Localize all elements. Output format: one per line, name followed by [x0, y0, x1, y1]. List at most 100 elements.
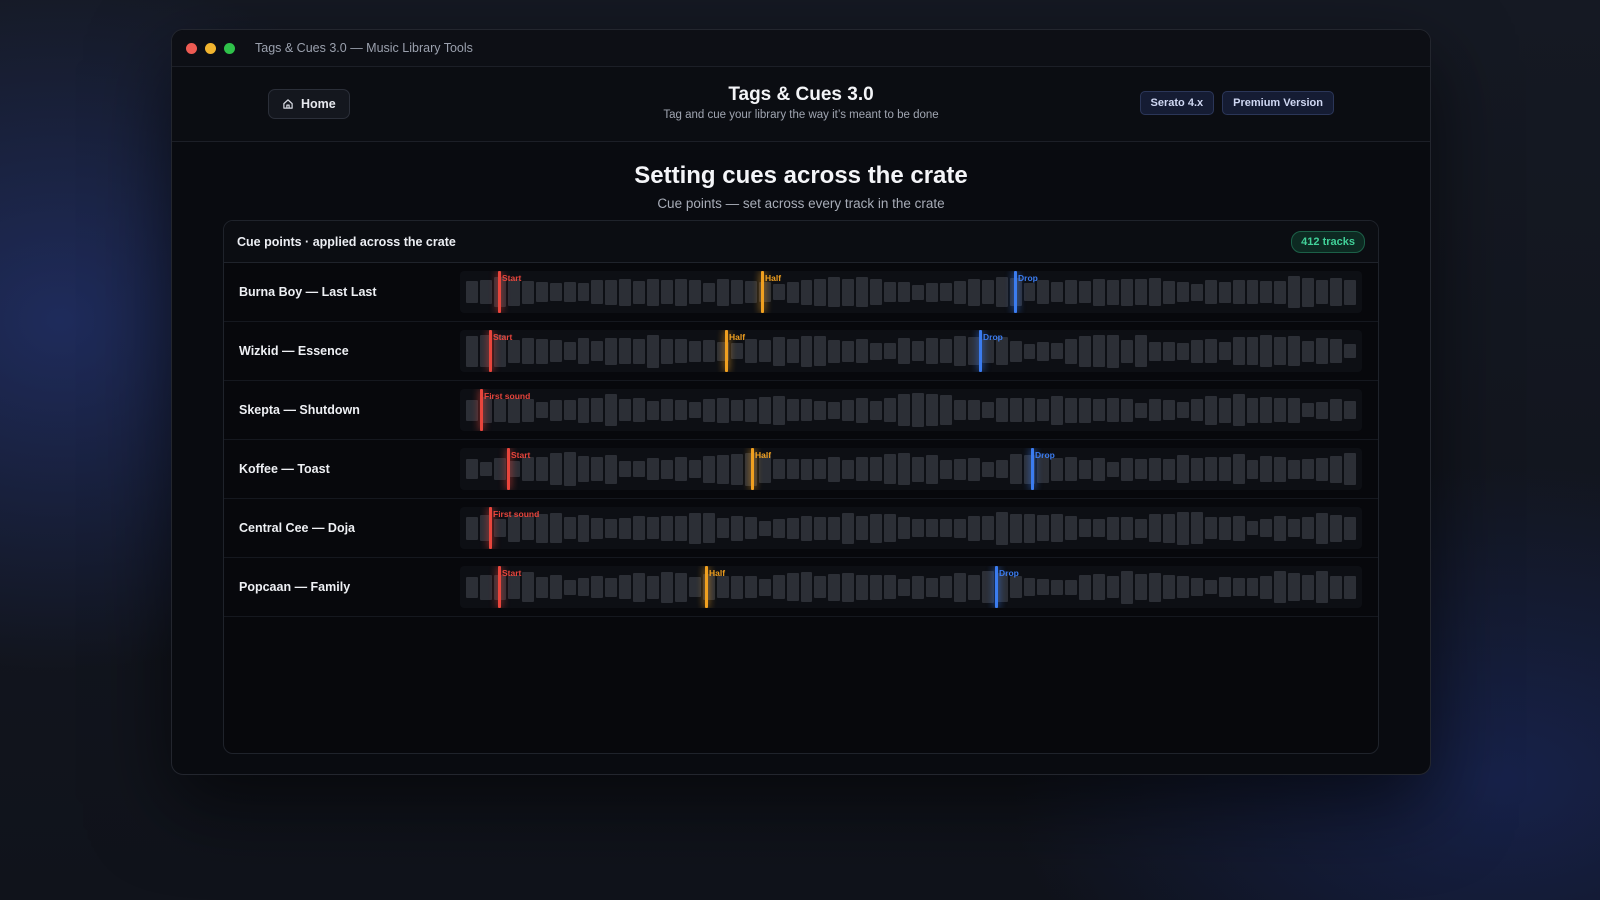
- waveform-bar: [577, 283, 590, 301]
- waveform-bar: [661, 571, 674, 603]
- waveform-bar: [1093, 519, 1106, 537]
- waveform-bar: [884, 514, 897, 542]
- waveform-bar: [1023, 513, 1036, 543]
- waveform-bar: [1107, 279, 1120, 305]
- waveform-bar: [912, 575, 924, 599]
- waveform-bar: [786, 281, 799, 303]
- track-row[interactable]: Koffee — Toast Start Half Drop: [224, 440, 1378, 499]
- cue-marker-drop[interactable]: [995, 566, 998, 608]
- waveform-bar: [842, 340, 855, 362]
- waveform-bar: [1176, 282, 1189, 302]
- waveform-bar: [1093, 457, 1106, 481]
- panel-header: Cue points · applied across the crate 41…: [224, 221, 1378, 263]
- cue-label: Start: [502, 273, 522, 283]
- waveform-bar: [619, 338, 632, 364]
- waveform-bar: [1274, 515, 1287, 541]
- waveform-bar: [1204, 517, 1217, 539]
- waveform-bar: [647, 458, 660, 480]
- waveform-bar: [1274, 280, 1287, 304]
- waveform-bar: [772, 459, 785, 479]
- waveform-bars: [466, 271, 1356, 313]
- waveform-bar: [1246, 280, 1259, 304]
- cue-marker-drop[interactable]: [1031, 448, 1034, 490]
- cue-marker-start[interactable]: [498, 271, 501, 313]
- waveform-bar: [521, 516, 534, 540]
- waveform-bar: [981, 280, 994, 304]
- waveform-bar: [1232, 578, 1245, 596]
- waveform[interactable]: Start Half Drop: [460, 330, 1362, 372]
- waveform-bar: [535, 457, 548, 481]
- cue-marker-half[interactable]: [725, 330, 728, 372]
- waveform-bar: [953, 280, 966, 304]
- cue-marker-start[interactable]: [498, 566, 501, 608]
- waveform-bar: [967, 515, 980, 541]
- waveform-bar: [884, 575, 897, 599]
- cue-marker-start[interactable]: [507, 448, 510, 490]
- waveform-bar: [1009, 398, 1022, 422]
- minimize-window-button[interactable]: [205, 42, 216, 54]
- waveform-bar: [800, 335, 813, 367]
- waveform-bar: [605, 454, 618, 484]
- waveform-bar: [591, 341, 604, 361]
- cue-marker-drop[interactable]: [1014, 271, 1017, 313]
- waveform-bar: [1107, 398, 1120, 422]
- waveform[interactable]: Start Half Drop: [460, 448, 1362, 490]
- waveform-bar: [702, 455, 715, 483]
- waveform-bar: [1316, 280, 1329, 304]
- cue-marker-start[interactable]: [489, 507, 492, 549]
- track-row[interactable]: Wizkid — Essence Start Half Drop: [224, 322, 1378, 381]
- maximize-window-button[interactable]: [224, 42, 235, 54]
- waveform-bars: [466, 448, 1356, 490]
- waveform-bar: [591, 280, 604, 304]
- waveform-bar: [716, 576, 729, 598]
- waveform-bar: [1037, 280, 1050, 304]
- waveform-bar: [814, 278, 827, 306]
- waveform-bar: [1051, 343, 1064, 359]
- waveform-bar: [675, 515, 687, 541]
- waveform-bar: [675, 572, 687, 602]
- waveform-bar: [800, 572, 813, 602]
- waveform-bar: [661, 280, 674, 304]
- waveform-bar: [549, 453, 562, 485]
- waveform-bar: [995, 511, 1008, 545]
- close-window-button[interactable]: [186, 42, 197, 54]
- waveform-bar: [730, 515, 743, 541]
- waveform-bar: [1162, 513, 1175, 543]
- track-row[interactable]: Popcaan — Family Start Half Drop: [224, 558, 1378, 617]
- waveform-bar: [633, 398, 646, 422]
- waveform-bar: [828, 339, 841, 363]
- waveform-bar: [828, 401, 841, 419]
- cue-marker-start[interactable]: [480, 389, 483, 431]
- waveform[interactable]: First sound: [460, 389, 1362, 431]
- waveform-bars: [466, 566, 1356, 608]
- waveform-bar: [1218, 457, 1231, 481]
- waveform-bar: [633, 572, 646, 602]
- waveform-bar: [1148, 457, 1161, 481]
- waveform-bar: [898, 394, 910, 426]
- track-row[interactable]: Central Cee — Doja First sound: [224, 499, 1378, 558]
- track-row[interactable]: Burna Boy — Last Last Start Half Drop: [224, 263, 1378, 322]
- waveform-bar: [1065, 397, 1078, 423]
- waveform-bar: [1162, 341, 1175, 361]
- waveform-bar: [758, 396, 771, 424]
- serato-version-badge[interactable]: Serato 4.x: [1139, 91, 1215, 115]
- waveform-bar: [1176, 576, 1189, 598]
- waveform[interactable]: Start Half Drop: [460, 271, 1362, 313]
- section-title: Setting cues across the crate: [634, 162, 968, 189]
- waveform[interactable]: Start Half Drop: [460, 566, 1362, 608]
- waveform-bar: [786, 459, 799, 479]
- premium-version-badge[interactable]: Premium Version: [1222, 91, 1334, 115]
- waveform-bar: [758, 520, 771, 536]
- waveform-bar: [870, 279, 883, 305]
- waveform-bar: [1316, 512, 1329, 544]
- waveform-bar: [633, 280, 646, 304]
- waveform-bar: [535, 576, 548, 598]
- cue-marker-half[interactable]: [751, 448, 754, 490]
- cue-marker-half[interactable]: [705, 566, 708, 608]
- track-row[interactable]: Skepta — Shutdown First sound: [224, 381, 1378, 440]
- waveform[interactable]: First sound: [460, 507, 1362, 549]
- waveform-bar: [856, 574, 869, 600]
- cue-marker-half[interactable]: [761, 271, 764, 313]
- cue-marker-start[interactable]: [489, 330, 492, 372]
- cue-marker-drop[interactable]: [979, 330, 982, 372]
